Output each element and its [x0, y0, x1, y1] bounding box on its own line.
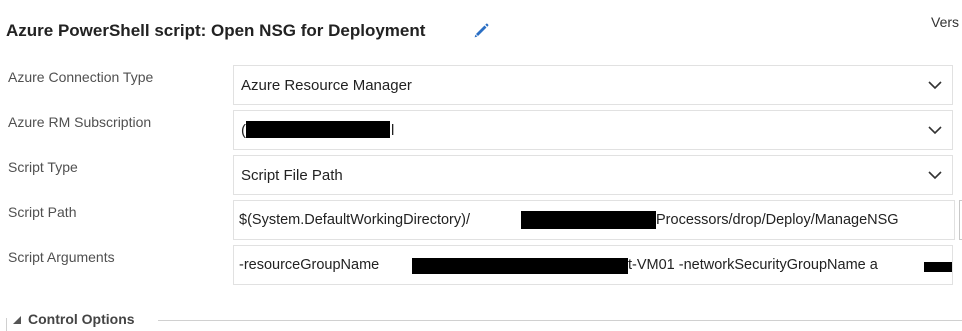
script-arguments-value-prefix: -resourceGroupName: [239, 257, 380, 273]
script-arguments-label: Script Arguments: [8, 249, 115, 265]
azure-rm-subscription-dropdown[interactable]: ( l: [233, 110, 953, 150]
chevron-down-icon: [928, 126, 942, 135]
script-path-input[interactable]: $(System.DefaultWorkingDirectory)/ Proce…: [233, 200, 955, 240]
redaction-box: [521, 211, 656, 229]
version-label: Vers: [931, 14, 960, 30]
script-path-value-suffix: Processors/drop/Deploy/ManageNSG: [656, 212, 899, 228]
script-type-value: Script File Path: [241, 167, 343, 184]
azure-connection-type-dropdown[interactable]: Azure Resource Manager: [233, 65, 953, 105]
section-divider: [158, 320, 962, 321]
subscription-value-suffix: l: [391, 122, 395, 139]
script-path-value-prefix: $(System.DefaultWorkingDirectory)/: [239, 212, 470, 228]
control-options-title: Control Options: [28, 311, 135, 327]
script-type-dropdown[interactable]: Script File Path: [233, 155, 953, 195]
redaction-box: [924, 262, 952, 272]
section-divider: [6, 318, 7, 331]
task-title: Azure PowerShell script: Open NSG for De…: [6, 21, 426, 40]
triangle-collapse-icon: [13, 316, 21, 324]
script-arguments-value-suffix: t-VM01 -networkSecurityGroupName a: [628, 257, 878, 273]
chevron-down-icon: [928, 81, 942, 90]
azure-connection-type-label: Azure Connection Type: [8, 69, 154, 85]
script-arguments-input[interactable]: -resourceGroupName t-VM01 -networkSecuri…: [233, 245, 953, 285]
pencil-icon[interactable]: [473, 22, 490, 39]
redaction-box: [246, 121, 390, 138]
redaction-box: [412, 258, 628, 274]
azure-connection-type-value: Azure Resource Manager: [241, 77, 412, 94]
chevron-down-icon: [928, 171, 942, 180]
script-type-label: Script Type: [8, 159, 78, 175]
script-path-label: Script Path: [8, 204, 77, 220]
azure-rm-subscription-label: Azure RM Subscription: [8, 114, 152, 130]
